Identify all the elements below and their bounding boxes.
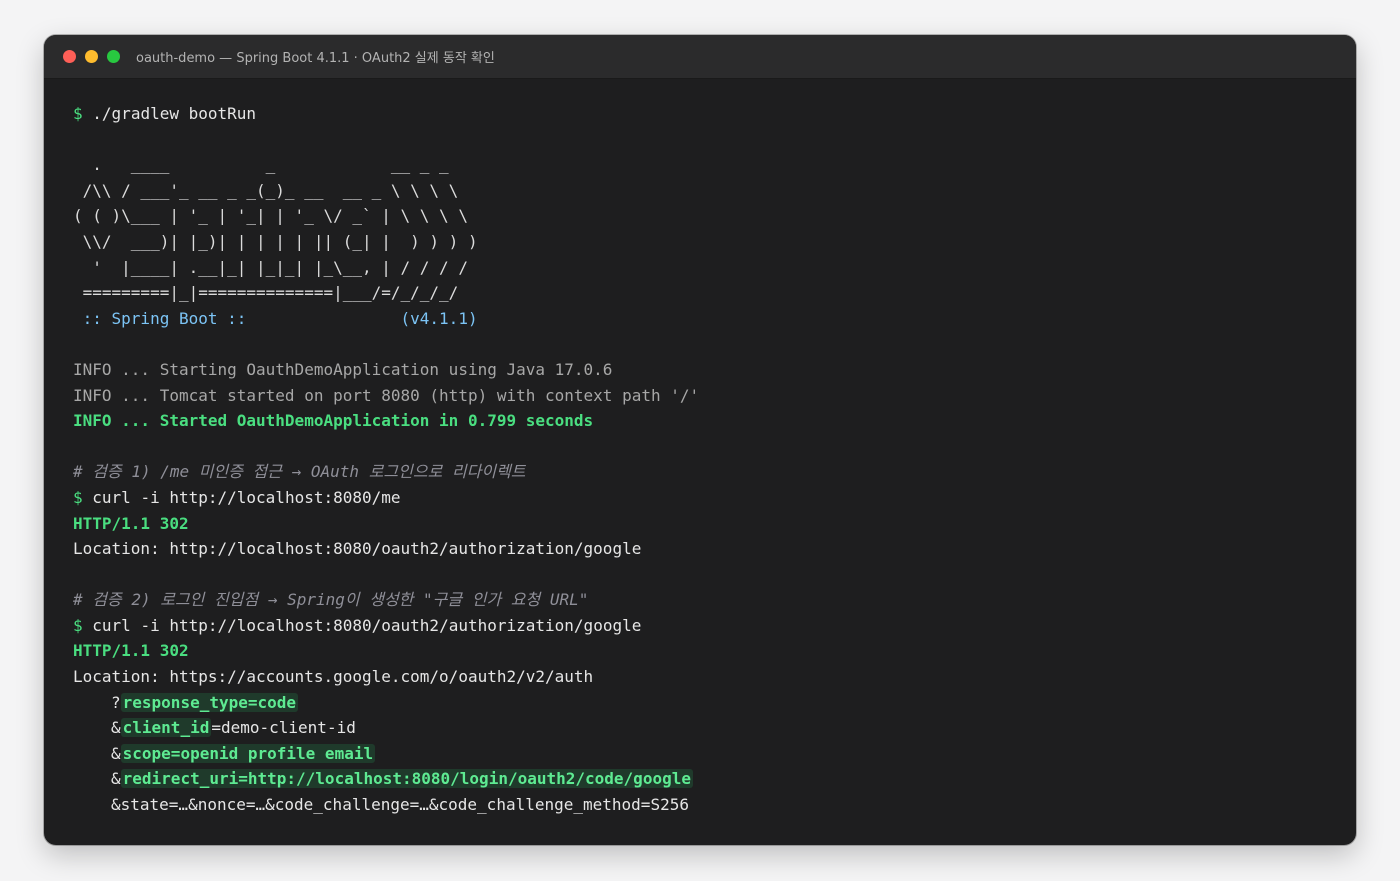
spring-boot-version-line: :: Spring Boot :: (v4.1.1) xyxy=(73,308,478,328)
window-title: oauth-demo — Spring Boot 4.1.1 · OAuth2 … xyxy=(136,51,495,66)
log-line: INFO ... Starting OauthDemoApplication u… xyxy=(73,359,613,379)
param-highlight: client_id xyxy=(120,718,212,738)
param-value: =demo-client-id xyxy=(211,718,356,738)
http-status: HTTP/1.1 302 xyxy=(73,641,189,661)
command-line: $ curl -i http://localhost:8080/oauth2/a… xyxy=(73,613,1336,639)
log-line-started: INFO ... Started OauthDemoApplication in… xyxy=(73,411,594,431)
minimize-button[interactable] xyxy=(85,50,98,63)
command-text: ./gradlew bootRun xyxy=(92,104,257,123)
log-line: INFO ... Tomcat started on port 8080 (ht… xyxy=(73,385,700,405)
command-line: $ curl -i http://localhost:8080/me xyxy=(73,485,1336,511)
command-line: $ ./gradlew bootRun xyxy=(73,101,1336,127)
command-text: curl -i http://localhost:8080/me xyxy=(92,487,401,507)
query-param-line: & scope=openid profile email xyxy=(73,741,1336,767)
banner-line: . ____ _ __ _ _ xyxy=(73,155,449,175)
banner-line: /\\ / ___'_ __ _ _(_)_ __ __ _ \ \ \ \ xyxy=(73,180,459,200)
comment-line: # 검증 2) 로그인 진입점 → Spring이 생성한 "구글 인가 요청 … xyxy=(73,590,589,610)
query-param-line: & client_id =demo-client-id xyxy=(73,715,1336,741)
param-highlight: scope=openid profile email xyxy=(120,743,376,763)
param-prefix: & xyxy=(111,743,121,763)
query-param-line: ? response_type=code xyxy=(73,690,1336,716)
param-highlight: response_type=code xyxy=(120,692,299,712)
banner-line: \\/ ___)| |_)| | | | | || (_| | ) ) ) ) xyxy=(73,231,478,251)
location-header: Location: http://localhost:8080/oauth2/a… xyxy=(73,539,642,559)
prompt-symbol: $ xyxy=(73,104,83,123)
terminal-output[interactable]: $ ./gradlew bootRun . ____ _ __ _ _ /\\ … xyxy=(73,101,1336,818)
banner-line: =========|_|==============|___/=/_/_/_/ xyxy=(73,283,459,303)
title-bar: oauth-demo — Spring Boot 4.1.1 · OAuth2 … xyxy=(44,35,1356,79)
query-param-line: &state=…&nonce=…&code_challenge=…&code_c… xyxy=(111,795,689,815)
command-text: curl -i http://localhost:8080/oauth2/aut… xyxy=(92,615,642,635)
http-status: HTTP/1.1 302 xyxy=(73,513,189,533)
param-highlight: redirect_uri=http://localhost:8080/login… xyxy=(120,769,693,789)
prompt-symbol: $ xyxy=(73,615,83,635)
zoom-button[interactable] xyxy=(107,50,120,63)
comment-line: # 검증 1) /me 미인증 접근 → OAuth 로그인으로 리다이렉트 xyxy=(73,462,526,482)
query-param-line: & redirect_uri=http://localhost:8080/logi… xyxy=(73,766,1336,792)
param-prefix: ? xyxy=(111,692,121,712)
terminal-window: oauth-demo — Spring Boot 4.1.1 · OAuth2 … xyxy=(44,35,1356,845)
prompt-symbol: $ xyxy=(73,487,83,507)
location-header: Location: https://accounts.google.com/o/… xyxy=(73,667,594,687)
banner-line: ' |____| .__|_| |_|_| |_\__, | / / / / xyxy=(73,257,468,277)
banner-line: ( ( )\___ | '_ | '_| | '_ \/ _` | \ \ \ … xyxy=(73,206,468,226)
param-prefix: & xyxy=(111,718,121,738)
param-prefix: & xyxy=(111,769,121,789)
close-button[interactable] xyxy=(63,50,76,63)
